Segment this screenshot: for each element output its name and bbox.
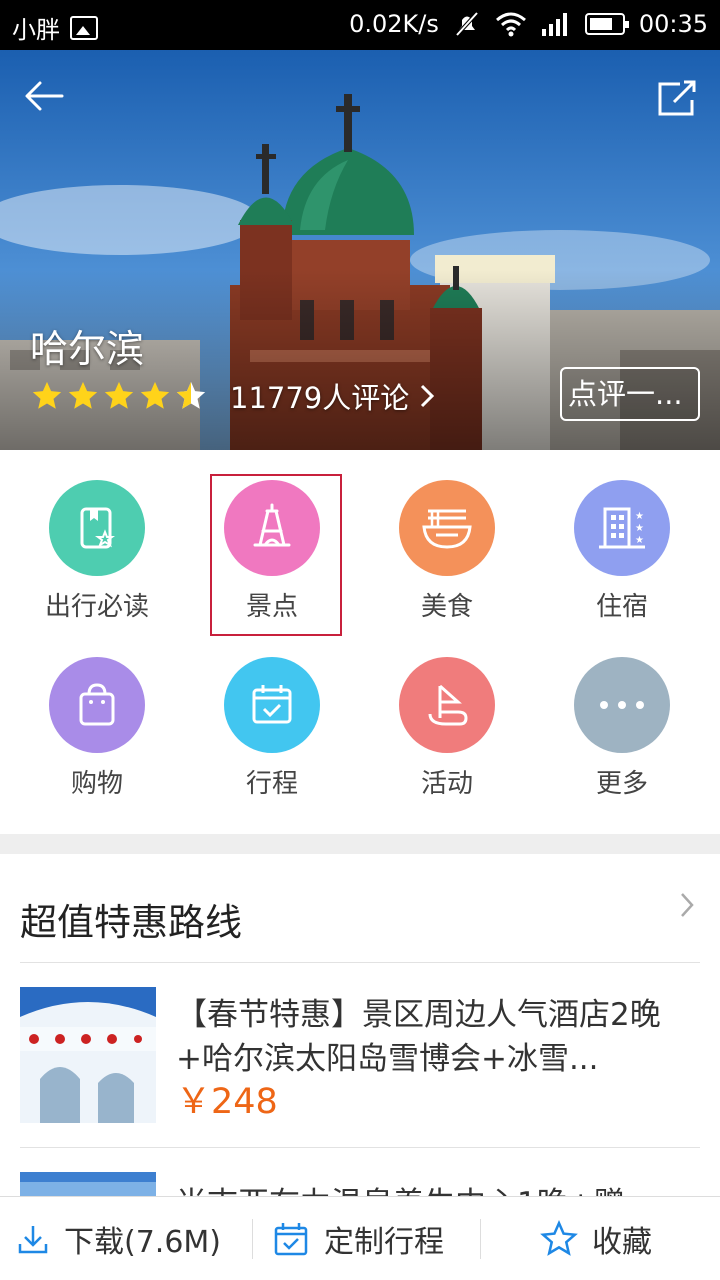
carrier-name: 小胖: [12, 16, 60, 44]
star-icon: [140, 381, 170, 409]
route-title: 尚志亚布力温泉养生中心1晚+赠: [176, 1182, 704, 1196]
chevron-right-icon: [681, 893, 694, 917]
category-activities[interactable]: 活动: [360, 657, 534, 817]
star-icon: [32, 381, 62, 409]
route-title: 【春节特惠】景区周边人气酒店2晚+哈尔滨太阳岛雪博会+冰雪...: [176, 997, 661, 1077]
category-lodging[interactable]: ★ ★ ★ 住宿: [535, 480, 709, 640]
activity-flag-icon: [399, 657, 495, 753]
noodle-bowl-icon: [399, 480, 495, 576]
divider: [20, 962, 700, 963]
half-star-icon: [176, 381, 206, 409]
back-arrow-icon[interactable]: [22, 74, 66, 118]
category-grid: 出行必读 景点 美食 ★ ★ ★ 住宿 购物 行程 活动 更多: [0, 450, 720, 834]
review-count: 11779人评论: [230, 381, 410, 415]
bottom-action-bar: 下载(7.6M) 定制行程 收藏: [0, 1196, 720, 1280]
category-shopping[interactable]: 购物: [10, 657, 184, 817]
divider: [20, 1147, 700, 1148]
signal-icon: [541, 13, 567, 36]
wifi-icon: [495, 12, 526, 37]
shopping-bag-icon: [49, 657, 145, 753]
category-label: 出行必读: [44, 592, 149, 622]
network-speed: 0.02K/s: [349, 10, 439, 38]
category-travel-guide[interactable]: 出行必读: [10, 480, 184, 640]
route-price: ￥248: [176, 1082, 278, 1122]
separator: [480, 1219, 481, 1259]
star-icon: [68, 381, 98, 409]
rating-row[interactable]: 11779人评论: [30, 375, 437, 417]
hero-banner: 哈尔滨 11779人评论 点评一...: [0, 50, 720, 450]
mute-bell-icon: [455, 11, 479, 37]
category-label: 更多: [595, 769, 648, 799]
section-title: 超值特惠路线: [20, 901, 242, 944]
deals-section-header[interactable]: 超值特惠路线: [0, 854, 720, 962]
favorite-button[interactable]: 收藏: [540, 1197, 652, 1280]
status-bar: 小胖 0.02K/s 00:35: [0, 0, 720, 50]
custom-trip-button[interactable]: 定制行程: [272, 1197, 444, 1280]
custom-trip-label: 定制行程: [324, 1225, 444, 1260]
category-label: 美食: [420, 592, 473, 622]
category-itinerary[interactable]: 行程: [185, 657, 359, 817]
clock: 00:35: [638, 10, 708, 38]
hotel-icon: ★ ★ ★: [574, 480, 670, 576]
star-outline-icon: [540, 1220, 578, 1256]
star-icon: [104, 381, 134, 409]
section-divider: [0, 834, 720, 854]
image-notification-icon: [70, 15, 98, 40]
more-dots-icon: [574, 657, 670, 753]
category-label: 行程: [245, 769, 298, 799]
route-thumbnail: [20, 1172, 156, 1196]
rating-stars: [30, 379, 208, 413]
svg-text:★: ★: [635, 523, 644, 534]
download-label: 下载(7.6M): [64, 1225, 222, 1260]
download-icon: [18, 1226, 48, 1254]
route-thumbnail: [20, 987, 156, 1123]
city-name: 哈尔滨: [30, 327, 145, 371]
write-review-button[interactable]: 点评一...: [560, 367, 700, 421]
book-star-icon: [49, 480, 145, 576]
calendar-check-icon: [224, 657, 320, 753]
favorite-label: 收藏: [592, 1225, 652, 1260]
route-item[interactable]: 尚志亚布力温泉养生中心1晚+赠: [0, 1172, 720, 1196]
calendar-check-icon: [274, 1223, 308, 1256]
svg-text:★: ★: [635, 535, 644, 546]
category-label: 活动: [420, 769, 473, 799]
download-button[interactable]: 下载(7.6M): [16, 1197, 221, 1280]
battery-icon: [584, 13, 629, 35]
chevron-right-icon: [421, 384, 435, 408]
category-label: 购物: [70, 769, 123, 799]
route-item[interactable]: 【春节特惠】景区周边人气酒店2晚+哈尔滨太阳岛雪博会+冰雪... ￥248: [0, 987, 720, 1123]
share-icon[interactable]: [654, 74, 698, 118]
selection-highlight-box: [210, 474, 342, 636]
separator: [252, 1219, 253, 1259]
category-label: 住宿: [595, 592, 648, 622]
category-more[interactable]: 更多: [535, 657, 709, 817]
svg-text:★: ★: [635, 511, 644, 522]
category-food[interactable]: 美食: [360, 480, 534, 640]
